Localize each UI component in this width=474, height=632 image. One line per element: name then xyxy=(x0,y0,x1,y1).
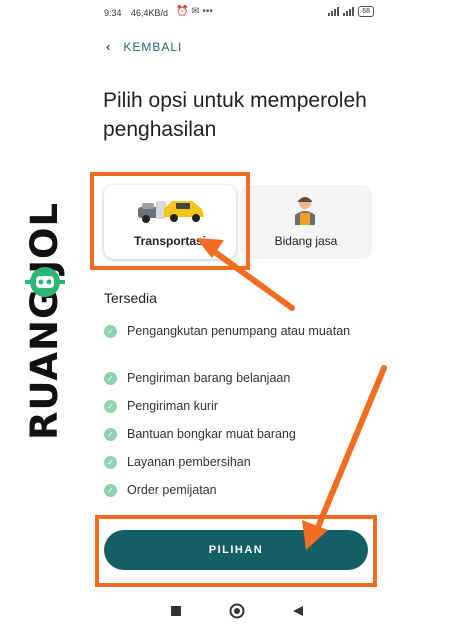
check-icon: ✓ xyxy=(104,456,117,469)
section-heading: Tersedia xyxy=(104,290,157,306)
check-icon: ✓ xyxy=(104,400,117,413)
check-icon: ✓ xyxy=(104,372,117,385)
back-triangle-icon[interactable] xyxy=(292,605,304,617)
list-item: ✓ Pengangkutan penumpang atau muatan xyxy=(104,322,364,340)
list-item: ✓ Bantuan bongkar muat barang xyxy=(104,425,364,443)
status-time: 9:34 xyxy=(104,8,122,18)
check-icon: ✓ xyxy=(104,325,117,338)
list-item: ✓ Pengiriman barang belanjaan xyxy=(104,369,364,387)
pilihan-button[interactable]: PILIHAN xyxy=(104,530,368,570)
status-net-speed: 46,4KB/d xyxy=(131,8,169,18)
option-label: Bidang jasa xyxy=(274,234,338,248)
system-nav-bar xyxy=(88,595,388,632)
status-bar: 9:34 46,4KB/d ⏰ ✉ ••• 68 xyxy=(88,0,388,28)
status-notification-icons: ⏰ ✉ ••• xyxy=(176,6,213,17)
check-icon: ✓ xyxy=(104,428,117,441)
robot-mascot-icon xyxy=(25,267,65,297)
back-label: KEMBALI xyxy=(123,39,183,54)
chevron-left-icon: ‹ xyxy=(106,39,112,54)
list-item: ✓ Order pemijatan xyxy=(104,481,364,499)
back-link[interactable]: ‹ KEMBALI xyxy=(106,39,182,54)
worker-icon xyxy=(295,197,315,225)
watermark-text: RUANG JOL xyxy=(23,201,66,440)
highlight-box-option xyxy=(90,172,250,270)
check-icon: ✓ xyxy=(104,484,117,497)
recents-icon[interactable] xyxy=(170,605,182,617)
watermark-logo: RUANG JOL xyxy=(22,170,68,440)
home-icon[interactable] xyxy=(229,603,245,619)
list-item: ✓ Pengiriman kurir xyxy=(104,397,364,415)
list-item: ✓ Layanan pembersihan xyxy=(104,453,364,471)
option-bidang-jasa[interactable]: Bidang jasa xyxy=(240,185,372,259)
page-title: Pilih opsi untuk memperoleh penghasilan xyxy=(103,89,367,141)
signal-icon xyxy=(328,7,340,16)
battery-icon: 68 xyxy=(358,6,374,17)
signal-2-icon xyxy=(343,7,355,16)
